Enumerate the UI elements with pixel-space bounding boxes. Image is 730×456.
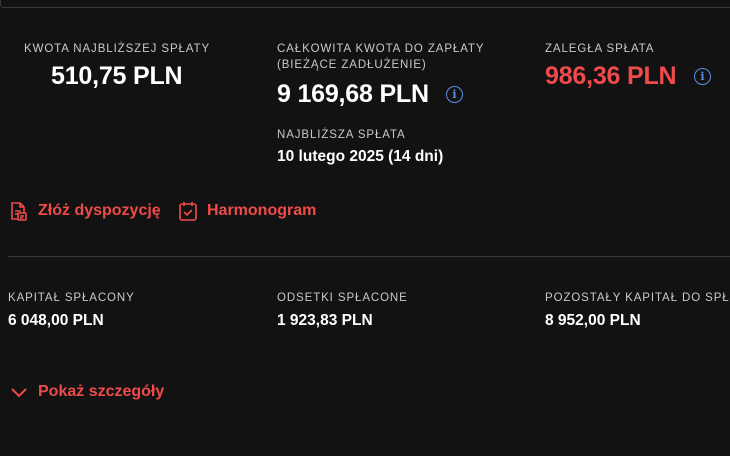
section-divider	[8, 256, 730, 257]
next-payment-label: KWOTA NAJBLIŻSZEJ SPŁATY	[24, 43, 211, 55]
next-payment-value: 510,75 PLN	[51, 62, 183, 90]
chevron-down-icon	[8, 381, 30, 403]
capital-paid-label: KAPITAŁ SPŁACONY	[8, 292, 135, 304]
schedule-label: Harmonogram	[207, 202, 317, 219]
total-due-sublabel: (BIEŻĄCE ZADŁUŻENIE)	[277, 59, 427, 71]
interest-paid-label: ODSETKI SPŁACONE	[277, 292, 408, 304]
schedule-button[interactable]: Harmonogram	[177, 200, 316, 222]
overdue-label: ZALEGŁA SPŁATA	[545, 43, 655, 55]
show-details-label: Pokaż szczegóły	[38, 383, 165, 400]
next-date-value: 10 lutego 2025 (14 dni)	[277, 148, 444, 165]
total-due-value: 9 169,68 PLN	[277, 80, 429, 108]
total-due-label: CAŁKOWITA KWOTA DO ZAPŁATY	[277, 43, 485, 55]
disposition-button[interactable]: Złóż dyspozycję	[8, 200, 161, 222]
disposition-label: Złóż dyspozycję	[38, 202, 161, 219]
document-icon	[8, 200, 30, 222]
show-details-toggle[interactable]: Pokaż szczegóły	[8, 381, 164, 403]
capital-paid-value: 6 048,00 PLN	[8, 312, 104, 329]
remaining-capital-value: 8 952,00 PLN	[545, 312, 641, 329]
calendar-check-icon	[177, 200, 199, 222]
overdue-info-icon[interactable]: i	[694, 68, 711, 85]
top-panel-edge	[0, 0, 730, 8]
remaining-capital-label: POZOSTAŁY KAPITAŁ DO SPŁ	[545, 292, 730, 304]
overdue-value: 986,36 PLN	[545, 62, 677, 90]
interest-paid-value: 1 923,83 PLN	[277, 312, 373, 329]
total-due-info-icon[interactable]: i	[446, 86, 463, 103]
next-date-label: NAJBLIŻSZA SPŁATA	[277, 129, 406, 141]
